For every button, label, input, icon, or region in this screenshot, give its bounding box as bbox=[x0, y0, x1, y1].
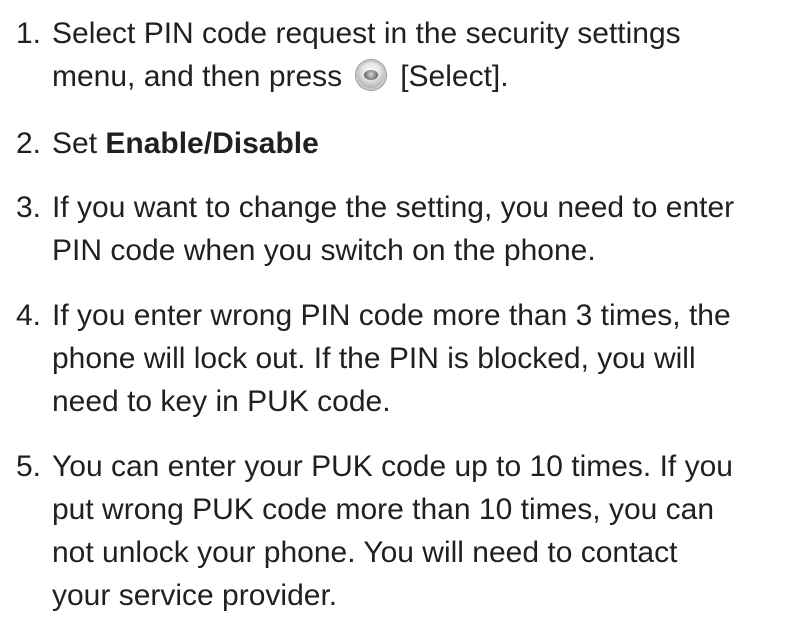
step-line: put wrong PUK code more than 10 times, y… bbox=[52, 493, 715, 526]
step-line: need to key in PUK code. bbox=[52, 385, 391, 418]
step-text: If you want to change the setting, you n… bbox=[52, 186, 792, 272]
step-line: PIN code when you switch on the phone. bbox=[52, 234, 596, 267]
step-line: You can enter your PUK code up to 10 tim… bbox=[52, 450, 733, 483]
step-line: If you want to change the setting, you n… bbox=[52, 191, 735, 224]
step-line: not unlock your phone. You will need to … bbox=[52, 536, 678, 569]
select-key-icon bbox=[356, 60, 387, 90]
step-number: 4. bbox=[16, 299, 42, 332]
step-text: If you enter wrong PIN code more than 3 … bbox=[52, 294, 792, 423]
step-line: menu, and then press [Select]. bbox=[52, 55, 792, 98]
step-text: Select PIN code request in the security … bbox=[52, 12, 792, 98]
step-text: You can enter your PUK code up to 10 tim… bbox=[52, 445, 792, 617]
step-text-fragment: menu, and then press bbox=[52, 60, 343, 93]
step-text-fragment: Set bbox=[52, 127, 106, 160]
step-text: Set Enable/Disable bbox=[52, 122, 792, 165]
step-number: 5. bbox=[16, 450, 42, 483]
step-number: 2. bbox=[16, 127, 42, 160]
step-line: your service provider. bbox=[52, 579, 338, 612]
step-number: 3. bbox=[16, 191, 42, 224]
step-line: phone will lock out. If the PIN is block… bbox=[52, 342, 696, 375]
step-line: Set Enable/Disable bbox=[52, 122, 792, 165]
step-line: If you enter wrong PIN code more than 3 … bbox=[52, 299, 731, 332]
setting-option-label: Enable/Disable bbox=[105, 127, 319, 160]
step-line: Select PIN code request in the security … bbox=[52, 17, 681, 50]
step-number: 1. bbox=[16, 17, 42, 50]
step-text-fragment: [Select]. bbox=[400, 60, 509, 93]
